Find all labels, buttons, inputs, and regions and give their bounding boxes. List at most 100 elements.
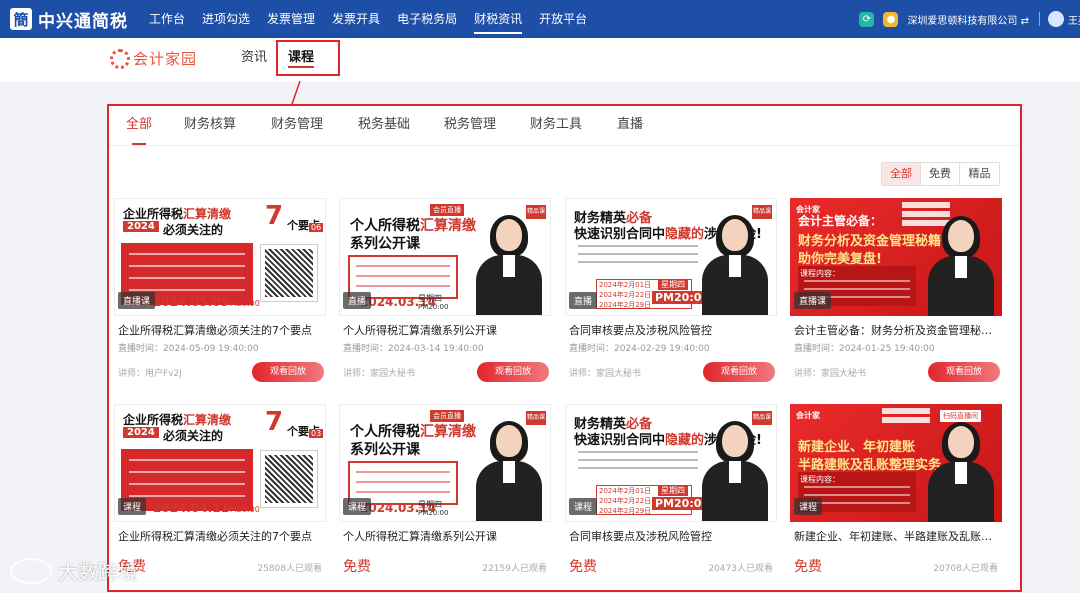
tab-tax-management[interactable]: 税务管理: [444, 113, 496, 132]
kjjy-logo[interactable]: 会计家园: [110, 48, 197, 69]
thumb-text: 7: [265, 201, 284, 231]
brand-name: 中兴通简税: [38, 11, 128, 32]
thumb-text: 系列公开课: [350, 236, 420, 252]
course-type-badge: 课程: [569, 498, 598, 515]
course-title[interactable]: 会计主管必备：财务分析及资金管理秘籍（已完结）: [794, 322, 994, 338]
course-type-badge: 直播课: [794, 292, 832, 309]
course-card[interactable]: 会员直播 精品课 个人所得税汇算清缴 系列公开课 2024.03.14 星期四 …: [339, 198, 551, 388]
watermark: 大数跨境: [10, 556, 138, 585]
course-card[interactable]: 会计家 扫码直播间 新建企业、年初建账 半路建账及乱账整理实务 课程内容： 课程…: [790, 404, 1002, 584]
presenter-image: [476, 215, 542, 315]
course-title[interactable]: 个人所得税汇算清缴系列公开课: [343, 322, 543, 338]
tab-financial-management[interactable]: 财务管理: [271, 113, 323, 132]
filter-all-button[interactable]: 全部: [882, 163, 921, 185]
tab-tax-basics[interactable]: 税务基础: [358, 113, 410, 132]
watch-replay-button[interactable]: 观看回放: [928, 362, 1000, 382]
view-count: 25808人已观看: [257, 564, 322, 574]
nav-item-open-platform[interactable]: 开放平台: [539, 0, 587, 38]
course-time: 直播时间：2024-01-25 19:40:00: [794, 344, 935, 354]
tab-accounting[interactable]: 财务核算: [184, 113, 236, 132]
view-count: 20708人已观看: [933, 564, 998, 574]
course-title[interactable]: 企业所得税汇算清缴必须关注的7个要点: [118, 322, 318, 338]
thumb-decoration: [578, 243, 718, 273]
course-type-badge: 直播: [343, 292, 372, 309]
view-count: 22159人已观看: [482, 564, 547, 574]
course-card[interactable]: 会员直播 精品课 个人所得税汇算清缴 系列公开课 2024.03.14 星期四 …: [339, 404, 551, 584]
nav-item-invoice-management[interactable]: 发票管理: [267, 0, 315, 38]
watch-replay-button[interactable]: 观看回放: [477, 362, 549, 382]
course-time: 直播时间：2024-02-29 19:40:00: [569, 344, 710, 354]
course-card[interactable]: 企业所得税汇算清缴 7 个要点 2024 必须关注的 06 2024.05.09…: [114, 198, 326, 388]
course-card[interactable]: 会计家 会计主管必备： 财务分析及资金管理秘籍 助你完美复盘! 课程内容： 直播…: [790, 198, 1002, 388]
watch-replay-button[interactable]: 观看回放: [252, 362, 324, 382]
thumb-text: 系列公开课: [350, 442, 420, 458]
brand[interactable]: 簡 中兴通简税: [10, 7, 138, 32]
course-panel: 全部 财务核算 财务管理 税务基础 税务管理 财务工具 直播 全部 免费 精品 …: [108, 104, 1021, 592]
thumb-text: PM20:00: [225, 299, 260, 308]
tab-news[interactable]: 资讯: [241, 46, 267, 65]
thumb-text: 个人所得税汇算清缴: [350, 218, 476, 234]
nav-item-workbench[interactable]: 工作台: [149, 0, 185, 38]
thumb-text: 必须关注的: [163, 429, 224, 443]
course-type-badge: 直播: [569, 292, 598, 309]
course-time: 直播时间：2024-05-09 19:40:00: [118, 344, 259, 354]
category-tabs: 全部 财务核算 财务管理 税务基础 税务管理 财务工具 直播: [108, 104, 1021, 146]
top-navbar: 簡 中兴通简税 工作台 进项勾选 发票管理 发票开具 电子税务局 财税资讯 开放…: [0, 0, 1080, 38]
thumb-text: PM20:00: [418, 303, 449, 311]
course-card[interactable]: 企业所得税汇算清缴 7 个要点 2024 必须关注的 03 2024.04.11…: [114, 404, 326, 584]
sync-icon[interactable]: ⟳: [859, 11, 875, 27]
presenter-image: [928, 422, 994, 522]
nav-item-finance-news[interactable]: 财税资讯: [474, 0, 523, 38]
thumb-text: 半路建账及乱账整理实务: [798, 458, 942, 473]
course-type-badge: 课程: [794, 498, 823, 515]
course-title[interactable]: 合同审核要点及涉税风险管控: [569, 528, 769, 544]
filter-free-button[interactable]: 免费: [921, 163, 960, 185]
user-avatar-icon[interactable]: [1048, 11, 1064, 27]
course-lecturer: 讲师：用户Fv2J: [118, 369, 182, 379]
qr-code-icon: [260, 450, 318, 508]
presenter-image: [702, 215, 768, 315]
thumb-text: 星期四: [658, 279, 688, 290]
free-price-label: 免费: [794, 559, 822, 575]
course-lecturer: 讲师：家园大秘书: [794, 369, 867, 379]
company-switcher[interactable]: 深圳爱思顿科技有限公司 ⇄: [907, 12, 1029, 27]
course-card[interactable]: 精品课 财务精英必备 快速识别合同中隐藏的涉税风险! 2024年2月01日 20…: [565, 404, 777, 584]
presenter-image: [928, 216, 994, 316]
course-card[interactable]: 精品课 财务精英必备 快速识别合同中隐藏的涉税风险! 2024年2月01日 20…: [565, 198, 777, 388]
tab-finance-tools[interactable]: 财务工具: [530, 113, 582, 132]
nav-item-invoice-issue[interactable]: 发票开具: [332, 0, 380, 38]
tab-all[interactable]: 全部: [126, 113, 152, 145]
course-title[interactable]: 新建企业、年初建账、半路建账及乱账整理实务: [794, 528, 994, 544]
thumb-text: 2024.04.11: [153, 501, 229, 515]
watch-replay-button[interactable]: 观看回放: [703, 362, 775, 382]
course-type-badge: 课程: [118, 498, 147, 515]
nav-item-e-tax-bureau[interactable]: 电子税务局: [397, 0, 457, 38]
free-price-label: 免费: [343, 559, 371, 575]
notification-bell-icon[interactable]: ●: [883, 11, 899, 27]
course-lecturer: 讲师：家园大秘书: [569, 369, 642, 379]
watermark-text: 大数跨境: [58, 560, 138, 584]
kjjy-logo-mark-icon: [110, 48, 130, 69]
course-lecturer: 讲师：家园大秘书: [343, 369, 416, 379]
user-name[interactable]: 王英: [1068, 12, 1080, 27]
tab-live[interactable]: 直播: [617, 113, 643, 132]
thumb-text: 课程内容：: [800, 475, 840, 484]
thumb-text: 会计主管必备：: [798, 214, 883, 228]
main-nav: 工作台 进项勾选 发票管理 发票开具 电子税务局 财税资讯 开放平台: [149, 0, 604, 38]
qr-code-icon: [260, 244, 318, 302]
nav-item-input-tax-select[interactable]: 进项勾选: [202, 0, 250, 38]
course-title[interactable]: 个人所得税汇算清缴系列公开课: [343, 528, 543, 544]
thumb-text: 7: [265, 407, 284, 437]
thumb-text: 06: [309, 223, 324, 232]
brand-logo-icon: 簡: [10, 8, 32, 30]
course-title[interactable]: 合同审核要点及涉税风险管控: [569, 322, 769, 338]
filter-premium-button[interactable]: 精品: [960, 163, 999, 185]
nav-divider: [1039, 12, 1040, 26]
annotation-highlight-courses-tab: [276, 40, 340, 76]
thumb-text: PM20:00: [225, 505, 260, 514]
thumb-text: 新建企业、年初建账: [798, 440, 916, 455]
course-title[interactable]: 企业所得税汇算清缴必须关注的7个要点: [118, 528, 318, 544]
presenter-image: [702, 421, 768, 521]
course-type-badge: 直播课: [118, 292, 156, 309]
presenter-image: [476, 421, 542, 521]
